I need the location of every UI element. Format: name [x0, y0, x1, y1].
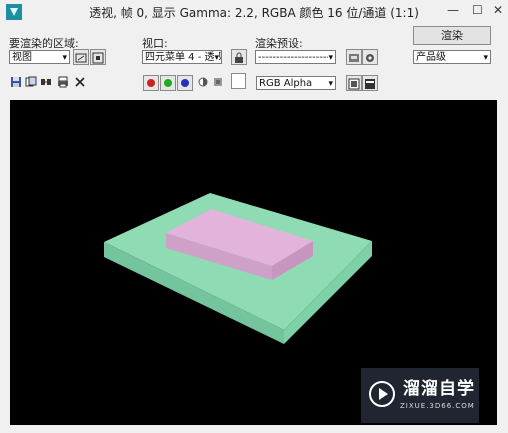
red-channel-icon [147, 79, 155, 87]
watermark-logo: 溜溜自学 ZIXUE.3D66.COM [361, 368, 479, 423]
red-channel-button[interactable] [143, 75, 159, 91]
viewport-label: 视口: [142, 37, 168, 50]
toggle-ui-button[interactable] [362, 75, 378, 91]
edit-region-button[interactable] [73, 49, 89, 65]
channel-select[interactable]: RGB Alpha ▾ [256, 76, 336, 90]
quality-select[interactable]: 产品级 ▾ [413, 50, 491, 64]
close-button[interactable]: ✕ [493, 3, 503, 17]
save-preset-button[interactable] [346, 49, 362, 65]
print-icon[interactable] [57, 76, 69, 88]
panel-icon [365, 79, 375, 89]
area-select[interactable]: 视图 ▾ [9, 50, 70, 64]
blue-channel-icon [181, 79, 189, 87]
chevron-down-icon: ▾ [328, 51, 333, 63]
viewport-select[interactable]: 四元菜单 4 - 透视 ▾ [142, 50, 222, 64]
quality-select-value: 产品级 [416, 52, 446, 63]
lock-icon [235, 52, 243, 63]
blue-channel-button[interactable] [177, 75, 193, 91]
chevron-down-icon: ▾ [62, 53, 67, 63]
save-preset-icon [349, 54, 359, 62]
copy-image-icon[interactable] [25, 76, 37, 88]
watermark-url: ZIXUE.3D66.COM [400, 402, 475, 410]
environment-button[interactable] [362, 49, 378, 65]
play-logo-icon [369, 381, 395, 407]
viewport-select-value: 四元菜单 4 - 透视 [145, 52, 222, 63]
chevron-down-icon: ▾ [483, 53, 488, 63]
area-select-value: 视图 [12, 52, 32, 63]
auto-region-icon [92, 52, 104, 64]
green-channel-icon [164, 79, 172, 87]
gear-icon [366, 54, 374, 62]
auto-region-button[interactable] [90, 49, 106, 65]
preset-label: 渲染预设: [255, 37, 303, 50]
chevron-down-icon: ▾ [328, 79, 333, 89]
render-window: 透视, 帧 0, 显示 Gamma: 2.2, RGBA 颜色 16 位/通道 … [0, 0, 508, 433]
window-title: 透视, 帧 0, 显示 Gamma: 2.2, RGBA 颜色 16 位/通道 … [89, 6, 419, 20]
preset-select-value: -------------------- [258, 52, 331, 63]
overlay-icon [348, 78, 360, 90]
area-label: 要渲染的区域: [9, 37, 79, 50]
channel-select-value: RGB Alpha [259, 78, 313, 89]
preset-select[interactable]: -------------------- ▾ [255, 50, 336, 64]
background-color-swatch[interactable] [231, 73, 246, 89]
title-bar: 透视, 帧 0, 显示 Gamma: 2.2, RGBA 颜色 16 位/通道 … [0, 0, 508, 24]
toggle-ui-overlay-button[interactable] [346, 75, 362, 91]
chevron-down-icon: ▾ [214, 51, 219, 63]
monochrome-icon[interactable] [212, 76, 224, 88]
edit-region-icon [75, 53, 87, 63]
green-channel-button[interactable] [160, 75, 176, 91]
render-button[interactable]: 渲染 [413, 26, 491, 45]
watermark-brand: 溜溜自学 [403, 379, 475, 399]
clone-window-icon[interactable] [40, 76, 52, 88]
alpha-channel-icon[interactable] [197, 76, 209, 88]
clear-icon[interactable] [74, 76, 86, 88]
maximize-button[interactable]: ☐ [472, 3, 483, 17]
minimize-button[interactable]: — [447, 3, 459, 17]
lock-button[interactable] [231, 49, 247, 65]
save-image-icon[interactable] [10, 76, 22, 88]
